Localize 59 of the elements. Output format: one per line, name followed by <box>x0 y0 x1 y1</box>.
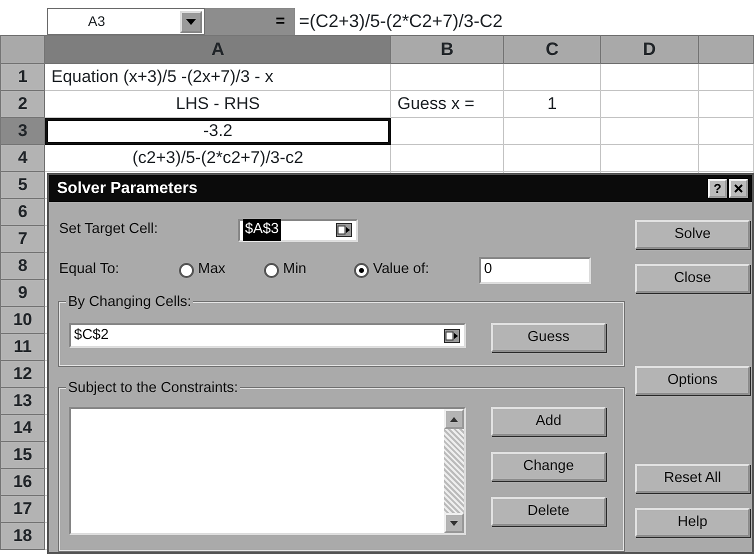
close-button[interactable] <box>729 179 748 198</box>
row-header[interactable]: 12 <box>0 360 45 388</box>
close-icon[interactable] <box>734 184 743 193</box>
range-picker-icon[interactable] <box>336 223 352 237</box>
row-header[interactable]: 6 <box>0 198 45 226</box>
target-cell-field[interactable]: $A$3 <box>238 218 358 242</box>
table-cell: -3.2 <box>44 118 391 144</box>
row-header[interactable]: 2 <box>0 90 45 118</box>
table-cell: LHS - RHS <box>44 90 391 118</box>
radio-option[interactable]: Min <box>264 259 354 281</box>
radio-option[interactable]: Max <box>179 259 264 281</box>
dialog-title: Solver Parameters <box>57 178 198 198</box>
table-cell: 1 <box>503 90 601 118</box>
edit-formula-button[interactable]: = <box>205 8 295 35</box>
constraints-list[interactable] <box>69 407 466 535</box>
row-header[interactable]: 7 <box>0 226 45 252</box>
row-header[interactable]: 8 <box>0 252 45 280</box>
scrollbar[interactable] <box>444 409 464 533</box>
field-label: Set Target Cell: <box>59 220 159 240</box>
dialog-button[interactable]: Delete <box>491 497 606 526</box>
dropdown-arrow-icon[interactable] <box>186 18 196 24</box>
dialog-button[interactable]: Solve <box>635 220 750 249</box>
dialog-button[interactable]: Add <box>491 407 606 436</box>
row-header[interactable]: 16 <box>0 468 45 496</box>
dialog-button[interactable]: Help <box>635 508 750 537</box>
row-header[interactable]: 3 <box>0 118 45 144</box>
field-label: Equal To: <box>59 260 120 280</box>
value-field[interactable]: 0 <box>479 256 591 284</box>
row-header[interactable]: 15 <box>0 442 45 468</box>
range-picker-icon[interactable] <box>444 328 460 342</box>
help-button[interactable]: ? <box>708 179 727 198</box>
dialog-button[interactable]: Close <box>635 264 750 293</box>
column-header[interactable]: B <box>390 36 504 64</box>
row-header[interactable]: 14 <box>0 414 45 442</box>
row-header[interactable]: 1 <box>0 64 45 90</box>
row-header[interactable]: 11 <box>0 334 45 360</box>
row-header[interactable]: 13 <box>0 388 45 414</box>
scroll-down-icon[interactable] <box>450 520 458 526</box>
guess-button[interactable]: Guess <box>491 323 606 352</box>
dialog-button[interactable]: Change <box>491 452 606 481</box>
dialog-button[interactable]: Options <box>635 366 750 395</box>
scroll-up-icon[interactable] <box>450 416 458 422</box>
row-header[interactable]: 10 <box>0 306 45 334</box>
column-header[interactable]: C <box>503 36 601 64</box>
table-cell: Guess x = <box>390 90 504 118</box>
row-header[interactable]: 5 <box>0 172 45 198</box>
row-header[interactable]: 17 <box>0 496 45 522</box>
column-header[interactable]: D <box>600 36 698 64</box>
name-box[interactable]: A3 <box>47 8 205 35</box>
dialog-button[interactable]: Reset All <box>635 464 750 493</box>
row-header[interactable]: 18 <box>0 522 45 550</box>
changing-cells-field[interactable]: $C$2 <box>69 323 466 348</box>
table-cell: (c2+3)/5-(2*c2+7)/3-c2 <box>44 144 391 172</box>
row-header[interactable]: 9 <box>0 280 45 306</box>
row-header[interactable]: 4 <box>0 144 45 172</box>
radio-option[interactable]: Value of: <box>354 259 479 281</box>
column-header[interactable]: A <box>44 36 391 64</box>
formula-field[interactable]: =(C2+3)/5-(2*C2+7)/3-C2 <box>295 8 503 35</box>
table-cell: Equation (x+3)/5 -(2x+7)/3 - x <box>44 64 391 90</box>
